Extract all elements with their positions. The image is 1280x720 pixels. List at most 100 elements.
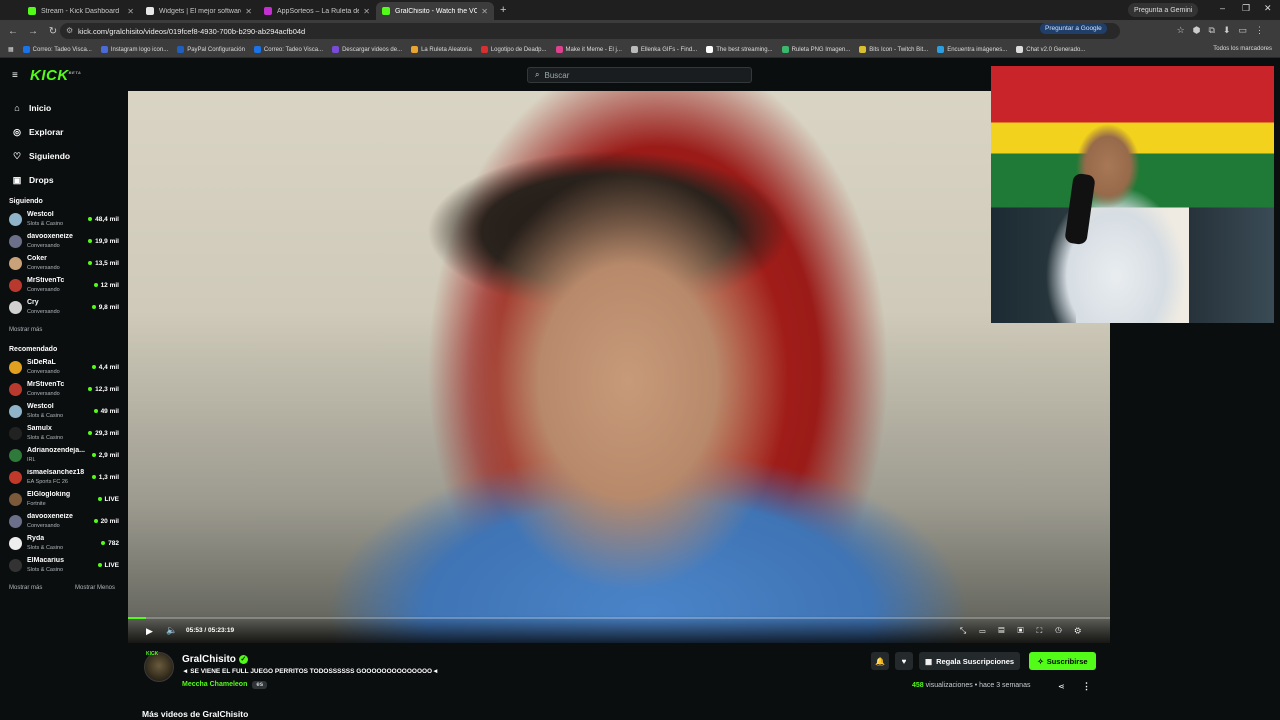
channel-item[interactable]: davooxeneize Conversando 19,9 mil: [9, 231, 121, 253]
forward-icon[interactable]: →: [26, 26, 40, 37]
tab-title: AppSorteos – La Ruleta de la S: [277, 7, 360, 15]
channel-name: ElGlogloking: [27, 491, 71, 498]
new-tab-button[interactable]: +: [500, 4, 506, 16]
channel-item[interactable]: ElMacarius Slots & Casino LIVE: [9, 555, 121, 577]
follow-button[interactable]: ♥: [895, 652, 913, 670]
channel-category: Conversando: [27, 287, 60, 293]
channel-name-row[interactable]: GralChisito ✓: [182, 654, 248, 665]
viewer-count: 2,9 mil: [91, 452, 119, 459]
bookmark-item[interactable]: Make it Meme - El j...: [555, 46, 622, 53]
bookmark-item[interactable]: Ruleta PNG Imagen...: [781, 46, 850, 53]
tab-list: Stream - Kick Dashboard ✕ Widgets | El mej…: [22, 0, 494, 20]
close-tab-icon[interactable]: ✕: [481, 7, 488, 16]
reload-icon[interactable]: ↻: [46, 26, 60, 37]
channel-name: Ryda: [27, 535, 45, 542]
channel-item[interactable]: MrStivenTc Conversando 12 mil: [9, 275, 121, 297]
category-link[interactable]: Meccha Chameleon: [182, 681, 247, 688]
url-field[interactable]: ⚙ kick.com/gralchisito/videos/019fcef8-4…: [60, 23, 1120, 39]
bookmark-favicon: [1016, 46, 1024, 53]
nav-item-siguiendo[interactable]: ♡ Siguiendo: [12, 144, 70, 168]
more-options-icon[interactable]: ⋮: [1082, 681, 1091, 692]
close-window-icon[interactable]: ✕: [1264, 3, 1272, 14]
kick-app: ⌂ Inicio ◎ Explorar ♡ Siguiendo ▣ Drops Siguien…: [0, 58, 1280, 720]
channel-item[interactable]: Westcol Slots & Casino 49 mil: [9, 401, 121, 423]
ask-google-button[interactable]: Preguntar a Google: [1040, 23, 1107, 34]
channel-item[interactable]: Westcol Slots & Casino 48,4 mil: [9, 209, 121, 231]
channel-item[interactable]: MrStivenTc Conversando 12,3 mil: [9, 379, 121, 401]
channel-item[interactable]: Adrianozendeja... IRL 2,9 mil: [9, 445, 121, 467]
bookmark-item[interactable]: Instagram logo icon...: [100, 46, 169, 53]
share-icon[interactable]: ⋖: [1058, 682, 1065, 691]
close-tab-icon[interactable]: ✕: [127, 7, 134, 16]
browser-toolbar-icons[interactable]: ☆⬢⧉⬇▭⋮: [1177, 25, 1272, 36]
nav-item-inicio[interactable]: ⌂ Inicio: [12, 96, 70, 120]
nav-item-drops[interactable]: ▣ Drops: [12, 168, 70, 192]
maximize-icon[interactable]: ❐: [1242, 3, 1250, 14]
nav-label: Explorar: [29, 127, 64, 137]
show-more-following[interactable]: Mostrar más: [9, 327, 42, 333]
main-nav: ⌂ Inicio ◎ Explorar ♡ Siguiendo ▣ Drops: [12, 96, 70, 192]
kick-logo[interactable]: KICKBETA: [30, 67, 81, 84]
channel-item[interactable]: Coker Conversando 13,5 mil: [9, 253, 121, 275]
close-tab-icon[interactable]: ✕: [363, 7, 370, 16]
bookmark-label: Instagram logo icon...: [110, 46, 169, 53]
channel-category: Slots & Casino: [27, 435, 64, 441]
bookmark-item[interactable]: Correo: Tadeo Visca...: [253, 46, 323, 53]
progress-bar[interactable]: [128, 617, 1110, 619]
browser-tab[interactable]: Stream - Kick Dashboard ✕: [22, 2, 140, 20]
all-bookmarks-button[interactable]: Todos los marcadores: [1213, 46, 1272, 52]
browser-tab[interactable]: Widgets | El mejor software pa ✕: [140, 2, 258, 20]
live-dot-icon: [88, 387, 93, 392]
browser-tab[interactable]: GralChisito - Watch the VOD o✕: [376, 2, 494, 20]
bookmark-item[interactable]: Bits Icon - Twitch Bit...: [859, 46, 928, 53]
bookmark-item[interactable]: Encuentra imágenes...: [937, 46, 1007, 53]
compass-icon: ◎: [13, 126, 21, 137]
channel-name: Adrianozendeja...: [27, 447, 85, 454]
channel-item[interactable]: ismaelsanchez18 EA Sports FC 26 1,3 mil: [9, 467, 121, 489]
play-icon[interactable]: ▶: [146, 626, 153, 637]
subscribe-button[interactable]: ✧ Suscribirse: [1029, 652, 1096, 670]
subscribe-label: Suscribirse: [1046, 656, 1088, 666]
bookmark-item[interactable]: Ellenka GIFs - Find...: [630, 46, 697, 53]
bookmark-label: Descargar videos de...: [342, 46, 403, 53]
avatar: [9, 301, 22, 314]
bookmark-item[interactable]: Chat v2.0 Generado...: [1016, 46, 1085, 53]
avatar-badge: KICK: [146, 651, 159, 657]
channel-item[interactable]: Samulx Slots & Casino 29,3 mil: [9, 423, 121, 445]
avatar: [9, 383, 22, 396]
progress-fill: [128, 617, 146, 619]
close-tab-icon[interactable]: ✕: [245, 7, 252, 16]
search-input[interactable]: ⌕ Buscar: [527, 67, 752, 83]
notifications-button[interactable]: 🔔: [871, 652, 889, 670]
gemini-button[interactable]: Pregunta a Gemini: [1128, 3, 1199, 17]
channel-item[interactable]: Ryda Slots & Casino 782: [9, 533, 121, 555]
back-icon[interactable]: ←: [6, 26, 20, 37]
nav-item-explorar[interactable]: ◎ Explorar: [12, 120, 70, 144]
bookmark-favicon: [22, 46, 30, 53]
channel-item[interactable]: SiDeRaL Conversando 4,4 mil: [9, 357, 121, 379]
bookmark-label: PayPal Configuración: [187, 46, 245, 53]
bookmark-item[interactable]: Correo: Tadeo Visca...: [22, 46, 92, 53]
channel-item[interactable]: Cry Conversando 9,8 mil: [9, 297, 121, 319]
channel-avatar[interactable]: KICK: [144, 651, 174, 682]
minimize-icon[interactable]: –: [1220, 3, 1225, 13]
browser-tab[interactable]: AppSorteos – La Ruleta de la S✕: [258, 2, 376, 20]
more-videos-heading: Más videos de GralChisito: [142, 709, 249, 719]
viewer-count-text: 49 mil: [100, 408, 119, 415]
gift-subs-button[interactable]: ▦ Regala Suscripciones: [919, 652, 1021, 670]
menu-icon[interactable]: ≡: [12, 70, 18, 81]
bookmark-item[interactable]: Descargar videos de...: [332, 46, 402, 53]
show-less-recommended[interactable]: Mostrar Menos: [75, 585, 115, 591]
video-player[interactable]: ▶ 🔈 05:53 / 05:23:19 ⤡▭▤▣⛶◷⚙: [128, 91, 1110, 643]
channel-item[interactable]: davooxeneize Conversando 20 mil: [9, 511, 121, 533]
volume-icon[interactable]: 🔈: [166, 625, 177, 636]
show-more-recommended[interactable]: Mostrar más: [9, 585, 42, 591]
bookmark-item[interactable]: The best streaming...: [706, 46, 773, 53]
bookmark-item[interactable]: La Ruleta Aleatoria: [411, 46, 472, 53]
player-right-controls[interactable]: ⤡▭▤▣⛶◷⚙: [960, 626, 1094, 636]
site-info-icon[interactable]: ⚙: [66, 26, 75, 35]
bookmark-item[interactable]: Logotipo de Deadp...: [480, 46, 547, 53]
channel-item[interactable]: ElGlogloking Fortnite LIVE: [9, 489, 121, 511]
bookmark-item[interactable]: PayPal Configuración: [177, 46, 245, 53]
viewer-count: 9,8 mil: [91, 304, 119, 311]
